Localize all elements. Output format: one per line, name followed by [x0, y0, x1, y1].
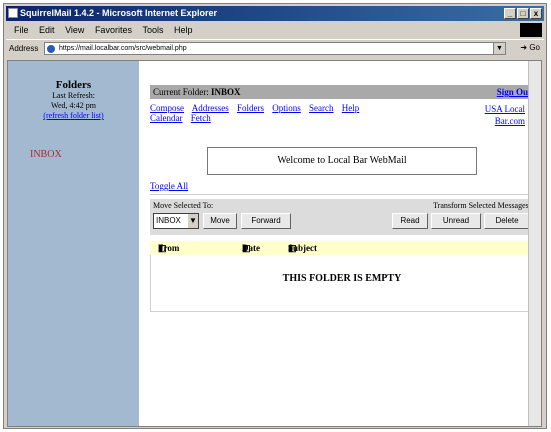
- folders-title: Folders: [55, 79, 92, 91]
- address-url: https://mail.localbar.com/src/webmail.ph…: [59, 45, 187, 52]
- nav-addresses[interactable]: Addresses: [192, 103, 229, 113]
- current-folder-label: Current Folder:: [153, 87, 209, 97]
- refresh-folder-list-link[interactable]: (refresh folder list): [8, 111, 139, 121]
- move-button[interactable]: Move: [203, 213, 237, 229]
- window-title: SquirrelMail 1.4.2 - Microsoft Internet …: [20, 8, 218, 18]
- last-refresh-label: Last Refresh:: [52, 91, 95, 100]
- page-content: Folders Last Refresh: Wed, 4:42 pm (refr…: [7, 60, 542, 427]
- read-button[interactable]: Read: [392, 213, 428, 229]
- nav-help[interactable]: Help: [342, 103, 360, 113]
- title-bar: SquirrelMail 1.4.2 - Microsoft Internet …: [6, 6, 544, 21]
- current-folder-name: INBOX: [211, 87, 241, 97]
- org-link-line1[interactable]: USA Local: [485, 103, 525, 115]
- close-icon[interactable]: x: [530, 8, 542, 19]
- nav-calendar[interactable]: Calendar: [150, 113, 182, 123]
- minimize-icon[interactable]: _: [504, 8, 516, 19]
- nav-links: Compose Addresses Folders Options Search…: [150, 103, 534, 129]
- sort-icon: ◧: [158, 243, 167, 253]
- folder-pane: Folders Last Refresh: Wed, 4:42 pm (refr…: [8, 61, 139, 426]
- go-button[interactable]: ➜ Go: [520, 43, 540, 52]
- welcome-message: Welcome to Local Bar WebMail: [207, 147, 477, 175]
- menu-view[interactable]: View: [65, 25, 84, 35]
- page-icon: [47, 45, 55, 53]
- message-actions-panel: Move Selected To: Transform Selected Mes…: [150, 199, 534, 235]
- move-folder-value: INBOX: [156, 216, 181, 225]
- menu-help[interactable]: Help: [174, 25, 193, 35]
- nav-options[interactable]: Options: [272, 103, 301, 113]
- menu-bar: File Edit View Favorites Tools Help: [6, 23, 544, 37]
- menu-edit[interactable]: Edit: [39, 25, 55, 35]
- nav-fetch[interactable]: Fetch: [191, 113, 211, 123]
- menu-favorites[interactable]: Favorites: [95, 25, 132, 35]
- address-input[interactable]: https://mail.localbar.com/src/webmail.ph…: [44, 42, 506, 55]
- unread-button[interactable]: Unread: [431, 213, 481, 229]
- move-folder-select[interactable]: INBOX ▼: [153, 213, 199, 229]
- app-icon: [8, 8, 18, 18]
- menu-file[interactable]: File: [14, 25, 29, 35]
- go-label: Go: [529, 43, 540, 52]
- toggle-all-link[interactable]: Toggle All: [150, 181, 188, 191]
- sign-out-link[interactable]: Sign Out: [497, 85, 531, 99]
- ie-logo-icon: [520, 23, 542, 37]
- sort-icon: ◧: [288, 243, 297, 253]
- vertical-scrollbar[interactable]: [528, 61, 541, 426]
- address-dropdown-icon[interactable]: ▼: [493, 43, 505, 54]
- message-list-header: From ◧ Date ◧ Subject ◧: [150, 241, 534, 255]
- address-bar: Address https://mail.localbar.com/src/we…: [6, 39, 544, 58]
- nav-search[interactable]: Search: [309, 103, 334, 113]
- nav-compose[interactable]: Compose: [150, 103, 184, 113]
- org-link-line2[interactable]: Bar.com: [485, 115, 525, 127]
- chevron-down-icon: ▼: [188, 214, 198, 228]
- current-folder-bar: Current Folder: INBOX Sign Out: [150, 85, 534, 99]
- empty-folder-message: THIS FOLDER IS EMPTY: [150, 255, 534, 312]
- folder-inbox-link[interactable]: INBOX: [30, 149, 139, 160]
- last-refresh-time: Wed, 4:42 pm: [51, 101, 96, 110]
- browser-window: SquirrelMail 1.4.2 - Microsoft Internet …: [3, 3, 547, 429]
- maximize-icon[interactable]: □: [517, 8, 529, 19]
- forward-button[interactable]: Forward: [241, 213, 291, 229]
- message-list-area: Current Folder: INBOX Sign Out Compose A…: [150, 85, 534, 312]
- nav-folders[interactable]: Folders: [237, 103, 264, 113]
- address-label: Address: [9, 44, 39, 53]
- move-selected-label: Move Selected To:: [153, 201, 214, 210]
- delete-button[interactable]: Delete: [484, 213, 530, 229]
- sort-icon: ◧: [242, 243, 251, 253]
- menu-tools[interactable]: Tools: [142, 25, 163, 35]
- transform-label: Transform Selected Messages:: [433, 201, 531, 210]
